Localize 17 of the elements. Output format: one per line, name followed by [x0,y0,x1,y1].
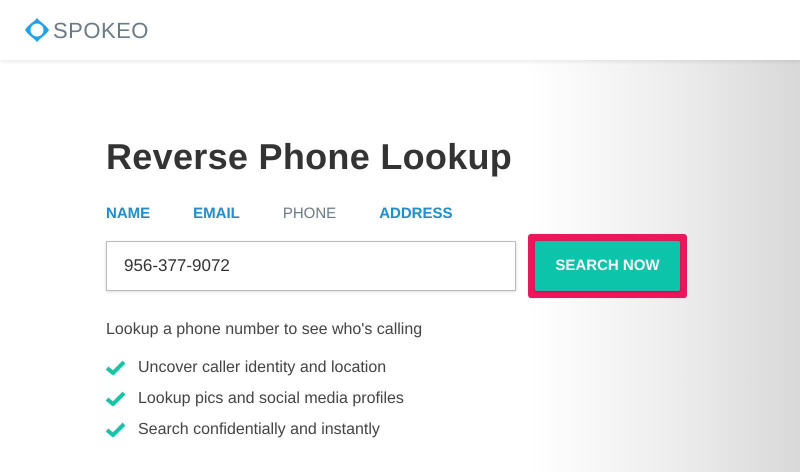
search-tab[interactable]: NAME [106,202,150,226]
search-tab[interactable]: PHONE [282,202,336,226]
feature-text: Search confidentially and instantly [138,420,380,440]
feature-text: Lookup pics and social media profiles [138,388,404,408]
feature-text: Uncover caller identity and location [138,358,386,378]
spokeo-logo[interactable]: SPOKEO [24,14,149,46]
logo-text: SPOKEO [53,16,149,44]
ring-logo-icon [24,17,50,43]
search-now-button[interactable]: SEARCH NOW [535,241,680,291]
phone-input-field[interactable]: 956-377-9072 [106,241,516,291]
search-tab[interactable]: ADDRESS [379,202,453,226]
check-icon [106,391,125,406]
page-title: Reverse Phone Lookup [106,135,514,179]
search-tab[interactable]: EMAIL [193,202,240,226]
check-icon [106,422,125,437]
check-icon [106,360,125,375]
description-text: Lookup a phone number to see who's calling [106,320,424,340]
